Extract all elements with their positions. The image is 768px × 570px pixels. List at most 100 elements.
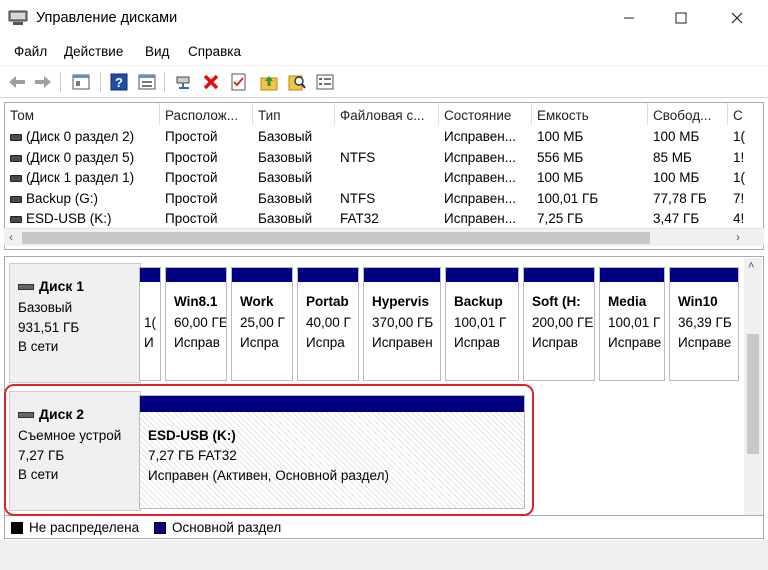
partition-size: 100,01 Г bbox=[454, 315, 507, 330]
legend-primary-swatch bbox=[154, 522, 166, 534]
volume-cell: Исправен... bbox=[444, 211, 517, 227]
legend: Не распределена Основной раздел bbox=[4, 515, 764, 539]
disk-management-icon bbox=[8, 9, 28, 27]
partition-name: Work bbox=[240, 294, 274, 309]
partition-name: Media bbox=[608, 294, 647, 309]
partition-block[interactable]: Win8.1 60,00 ГЕ Исправ bbox=[165, 267, 227, 381]
partition-bar bbox=[364, 268, 440, 282]
volume-cell: (Диск 1 раздел 1) bbox=[10, 170, 160, 185]
partition-block[interactable]: Portab 40,00 Г Испра bbox=[297, 267, 359, 381]
col-header-extra[interactable]: С bbox=[728, 103, 763, 125]
volume-icon bbox=[10, 195, 22, 203]
volume-cell: Простой bbox=[165, 129, 218, 144]
maximize-button[interactable] bbox=[658, 0, 704, 36]
horizontal-scrollbar[interactable]: ‹ › bbox=[4, 228, 764, 246]
check-icon[interactable] bbox=[228, 71, 250, 93]
partition-bar bbox=[670, 268, 738, 282]
disk1-label[interactable]: Диск 1 Базовый 931,51 ГБ В сети bbox=[9, 263, 141, 383]
partition-bar bbox=[446, 268, 518, 282]
volume-row[interactable]: ESD-USB (K:) Простой Базовый FAT32 Исправен.… bbox=[5, 209, 763, 230]
minimize-button[interactable] bbox=[606, 0, 652, 36]
scroll-left-icon[interactable]: ‹ bbox=[9, 230, 13, 244]
delete-icon[interactable] bbox=[200, 71, 222, 93]
partition-size: 40,00 Г bbox=[306, 315, 351, 330]
connect-icon[interactable] bbox=[174, 71, 196, 93]
legend-unallocated-swatch bbox=[11, 522, 23, 534]
properties-icon[interactable] bbox=[70, 71, 92, 93]
volume-cell: Простой bbox=[165, 149, 218, 165]
col-header-volume[interactable]: Том bbox=[5, 103, 160, 125]
search-icon[interactable] bbox=[286, 71, 308, 93]
disk1-size: 931,51 ГБ bbox=[18, 320, 80, 335]
partition-bar bbox=[140, 268, 160, 282]
highlight-frame bbox=[4, 384, 534, 516]
volume-row[interactable]: (Диск 0 раздел 5) Простой Базовый NTFS Испра… bbox=[5, 148, 763, 169]
volume-cell: 100,01 ГБ bbox=[537, 190, 599, 206]
volume-cell: Базовый bbox=[258, 211, 313, 227]
back-arrow-icon[interactable] bbox=[6, 71, 28, 93]
partition-block[interactable]: Win10 36,39 ГБ Исправе bbox=[669, 267, 739, 381]
volume-cell: 100 МБ bbox=[537, 170, 584, 186]
scroll-thumb[interactable] bbox=[747, 334, 759, 454]
partition-block[interactable]: Media 100,01 Г Исправе bbox=[599, 267, 665, 381]
volume-cell: Простой bbox=[165, 190, 218, 206]
col-header-status[interactable]: Состояние bbox=[439, 103, 532, 125]
view-icon[interactable] bbox=[136, 71, 158, 93]
col-header-free[interactable]: Свобод... bbox=[648, 103, 728, 125]
toolbar: ? bbox=[0, 66, 768, 98]
volume-cell: Базовый bbox=[258, 129, 313, 144]
volume-icon bbox=[10, 133, 22, 141]
volume-cell: 7,25 ГБ bbox=[537, 211, 584, 227]
partition-bar bbox=[524, 268, 594, 282]
volume-cell: Базовый bbox=[258, 149, 313, 165]
volume-cell: FAT32 bbox=[340, 211, 379, 227]
volume-icon bbox=[10, 175, 22, 183]
partition-block[interactable]: 1(И bbox=[139, 267, 161, 381]
volume-cell: NTFS bbox=[340, 149, 376, 165]
forward-arrow-icon[interactable] bbox=[32, 71, 54, 93]
partition-name: Backup bbox=[454, 294, 503, 309]
disk1-type: Базовый bbox=[18, 300, 73, 315]
toolbar-separator bbox=[164, 72, 165, 92]
menu-view[interactable]: Вид bbox=[145, 44, 169, 59]
volume-cell: Простой bbox=[165, 170, 218, 186]
volume-cell: 85 МБ bbox=[653, 149, 692, 165]
help-icon[interactable]: ? bbox=[108, 71, 130, 93]
partition-bar bbox=[166, 268, 226, 282]
menu-file[interactable]: Файл bbox=[14, 44, 47, 59]
partition-block[interactable]: Backup 100,01 Г Исправ bbox=[445, 267, 519, 381]
volume-cell: (Диск 0 раздел 5) bbox=[10, 150, 160, 165]
disk1-name: Диск 1 bbox=[39, 278, 85, 294]
svg-text:?: ? bbox=[115, 75, 123, 90]
list-icon[interactable] bbox=[314, 71, 336, 93]
partition-size: 370,00 ГБ bbox=[372, 315, 434, 330]
volume-cell: Базовый bbox=[258, 190, 313, 206]
menu-action[interactable]: Действие bbox=[64, 44, 123, 59]
col-header-capacity[interactable]: Емкость bbox=[532, 103, 648, 125]
volume-cell: Исправен... bbox=[444, 149, 517, 165]
col-header-layout[interactable]: Располож... bbox=[160, 103, 253, 125]
partition-size: 36,39 ГБ bbox=[678, 315, 732, 330]
partition-block[interactable]: Work 25,00 Г Испра bbox=[231, 267, 293, 381]
scroll-thumb[interactable] bbox=[22, 232, 650, 244]
folder-up-icon[interactable] bbox=[258, 71, 280, 93]
partition-state: Испра bbox=[306, 335, 345, 350]
partition-state: Исправ bbox=[454, 335, 500, 350]
col-header-filesystem[interactable]: Файловая с... bbox=[335, 103, 439, 125]
volume-cell: NTFS bbox=[340, 190, 376, 206]
volume-row[interactable]: (Диск 1 раздел 1) Простой Базовый Исправен.… bbox=[5, 168, 763, 189]
partition-state: Исправен bbox=[372, 335, 433, 350]
partition-block[interactable]: Hypervis 370,00 ГБ Исправен bbox=[363, 267, 441, 381]
scroll-up-icon[interactable]: ˄ bbox=[748, 260, 754, 272]
vertical-scrollbar[interactable]: ˄ bbox=[744, 258, 762, 538]
volume-row[interactable]: Backup (G:) Простой Базовый NTFS Исправен...… bbox=[5, 189, 763, 210]
partition-block[interactable]: Soft (H: 200,00 ГЕ Исправ bbox=[523, 267, 595, 381]
window-title: Управление дисками bbox=[36, 10, 178, 26]
col-header-type[interactable]: Тип bbox=[253, 103, 335, 125]
scroll-right-icon[interactable]: › bbox=[736, 230, 740, 244]
volume-cell: 556 МБ bbox=[537, 149, 584, 165]
volume-row[interactable]: (Диск 0 раздел 2) Простой Базовый Исправен.… bbox=[5, 127, 763, 148]
close-button[interactable] bbox=[714, 0, 760, 36]
partition-size: 100,01 Г bbox=[608, 315, 661, 330]
menu-help[interactable]: Справка bbox=[188, 44, 241, 59]
